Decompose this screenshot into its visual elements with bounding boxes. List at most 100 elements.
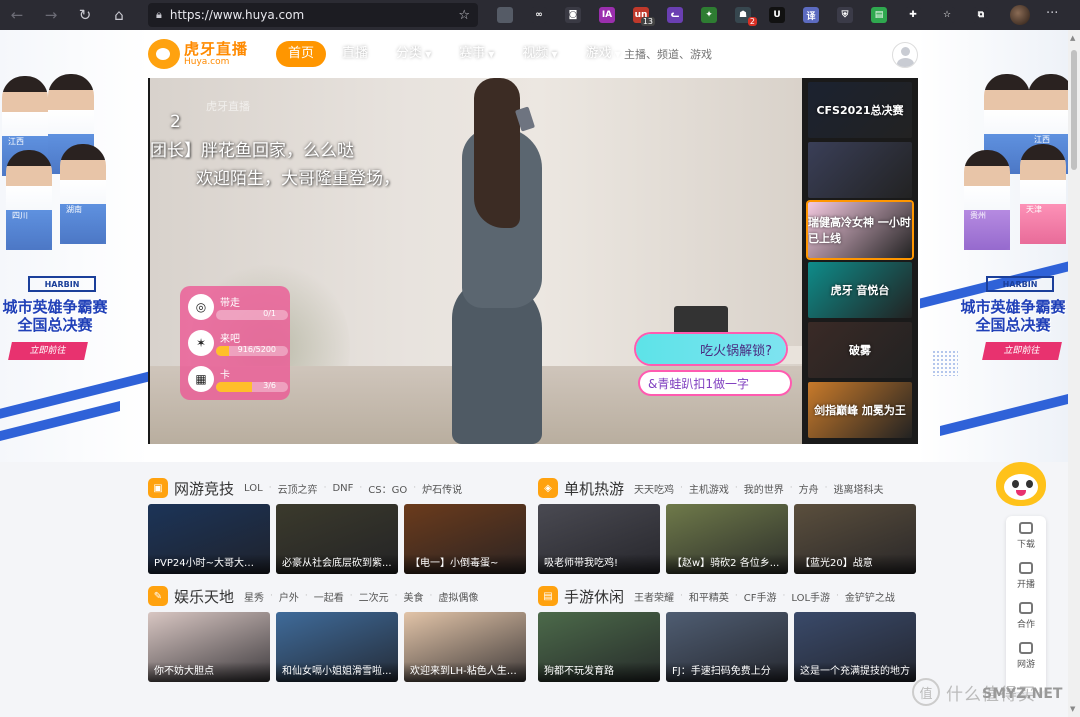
left-side-banner[interactable]: 江西 四川 湖南 HARBIN 城市英雄争霸赛 全国总决赛 立即前往 (0, 70, 110, 432)
nav-item-1[interactable]: 直播 (330, 41, 380, 67)
category-tag[interactable]: LOL手游 (791, 589, 830, 604)
float-broadcast-button[interactable]: 开播 (1006, 556, 1046, 596)
category-title[interactable]: 娱乐天地 (174, 586, 234, 607)
user-avatar[interactable] (892, 42, 918, 68)
camera-ext-icon[interactable]: ◙ (556, 0, 590, 30)
category-tag[interactable]: 主机游戏 (689, 481, 729, 496)
category-tag[interactable]: 方舟 (799, 481, 819, 496)
category-tag[interactable]: 二次元 (359, 589, 389, 604)
profile-avatar[interactable] (1010, 5, 1030, 25)
category-tag[interactable]: 星秀 (244, 589, 264, 604)
search-box[interactable] (614, 40, 754, 68)
stream-card[interactable]: 和仙女嗝小姐姐滑雪啦... (276, 612, 398, 682)
forward-icon[interactable]: → (34, 0, 68, 30)
address-bar[interactable]: 🔒︎ https://www.huya.com ☆ (148, 3, 478, 27)
stream-card[interactable]: 必豪从社会底层砍到紫... (276, 504, 398, 574)
page-scrollbar[interactable]: ▲ ▼ (1068, 30, 1080, 717)
category-tag[interactable]: 虚拟偶像 (438, 589, 478, 604)
live-video[interactable]: 虎牙直播 2 团长】胖花鱼回家，么么哒 欢迎陌生，大哥隆重登场， ◎ 带走 0/1 ✶ 来吧… (150, 78, 802, 444)
lock-icon[interactable]: 🔒︎ (156, 8, 162, 22)
category-tag[interactable]: 和平精英 (689, 589, 729, 604)
nav-item-2[interactable]: 分类 ▼ (384, 41, 443, 67)
category-title[interactable]: 网游竞技 (174, 478, 234, 499)
nav-item-3[interactable]: 赛事 ▼ (447, 41, 506, 67)
category-tag[interactable]: 我的世界 (744, 481, 784, 496)
reload-icon[interactable]: ↻ (68, 0, 102, 30)
history-button[interactable]: 历史 (846, 36, 886, 68)
float-qr-download-button[interactable]: 下载 (1006, 516, 1046, 556)
broadcast-button[interactable]: 开播 (766, 36, 806, 68)
scroll-up-icon[interactable]: ▲ (1070, 34, 1075, 42)
category-tag[interactable]: CF手游 (744, 589, 777, 604)
float-cooperate-button[interactable]: 合作 (1006, 596, 1046, 636)
category-tag[interactable]: 户外 (279, 589, 299, 604)
category-tag[interactable]: 天天吃鸡 (634, 481, 674, 496)
translate-ext-icon[interactable]: 译 (794, 0, 828, 30)
category-tag[interactable]: 逃离塔科夫 (834, 481, 884, 496)
category-tag[interactable]: CS：GO (368, 481, 407, 496)
live-thumbnail[interactable]: 虎牙 音悦台 (808, 262, 912, 318)
go-now-button[interactable]: 立即前往 (8, 342, 88, 360)
stream-card[interactable]: 欢迎来到LH-粘色人生的... (404, 612, 526, 682)
live-thumbnail[interactable]: 剑指巅峰 加冕为王 (808, 382, 912, 438)
float-gamepad-button[interactable]: 网游 (1006, 636, 1046, 676)
home-icon[interactable]: ⌂ (102, 0, 136, 30)
category-tag[interactable]: 炉石传说 (422, 481, 462, 496)
stream-card[interactable]: 这是一个充满提技的地方 (794, 612, 916, 682)
bug-ext-icon[interactable]: ☗ 2 (726, 0, 760, 30)
un-ext-icon[interactable]: un 13 (624, 0, 658, 30)
download-button[interactable]: 下载 (806, 36, 846, 68)
nav-item-4[interactable]: 视频 ▼ (510, 41, 569, 67)
category-tag[interactable]: 云顶之弈 (278, 481, 318, 496)
live-thumbnail[interactable] (808, 142, 912, 198)
live-thumbnail[interactable]: 破雾 (808, 322, 912, 378)
gift-task-row[interactable]: ▦ 卡 3/6 (186, 364, 288, 396)
back-icon[interactable]: ← (0, 0, 34, 30)
nav-item-0[interactable]: 首页 (276, 41, 327, 67)
category-tag[interactable]: 金铲铲之战 (845, 589, 895, 604)
infinity-ext-icon[interactable]: ∞ (522, 0, 556, 30)
live-thumbnail[interactable]: CFS2021总决赛 (808, 82, 912, 138)
huya-logo[interactable]: 虎牙直播 Huya.com (148, 39, 248, 69)
stream-card[interactable]: FJ：手速扫码免费上分 (666, 612, 788, 682)
leaf-ext-icon[interactable]: ✦ (692, 0, 726, 30)
notes-ext-icon[interactable]: ▤ (862, 0, 896, 30)
category-tag[interactable]: LOL (244, 483, 263, 494)
search-icon[interactable] (728, 46, 744, 62)
live-thumbnail[interactable]: 瑞健高冷女神 一小时已上线 (808, 202, 912, 258)
stream-card[interactable]: 你不妨大胆点 (148, 612, 270, 682)
stream-card[interactable]: 【电一】小倒毒蛋~ (404, 504, 526, 574)
bitwarden-ext-icon[interactable]: ⛨ (828, 0, 862, 30)
cat-ext-icon[interactable]: ᓚ (658, 0, 692, 30)
stream-card[interactable]: PVP24小时~大哥大哥别... (148, 504, 270, 574)
live-player[interactable]: 虎牙直播 2 团长】胖花鱼回家，么么哒 欢迎陌生，大哥隆重登场， ◎ 带走 0/1 ✶ 来吧… (148, 78, 918, 444)
ia-ext-icon[interactable]: IA (590, 0, 624, 30)
add-favorite-icon[interactable]: ☆ (458, 8, 470, 23)
gift-task-panel[interactable]: ◎ 带走 0/1 ✶ 来吧 916/5200 ▦ 卡 3/6 (180, 286, 290, 400)
category-tag[interactable]: 美食 (404, 589, 424, 604)
favorites-icon[interactable]: ☆ (930, 0, 964, 30)
scrollbar-thumb[interactable] (1071, 50, 1077, 170)
collections-icon[interactable]: ⧉ (964, 0, 998, 30)
stream-card[interactable]: 【赵w】骑砍2 各位乡... (666, 504, 788, 574)
banner-slogan: 城市英雄争霸赛 全国总决赛 (960, 298, 1066, 334)
category-title[interactable]: 手游休闲 (564, 586, 624, 607)
category-tag[interactable]: 王者荣耀 (634, 589, 674, 604)
search-input[interactable] (624, 47, 728, 61)
category-tag[interactable]: DNF (332, 483, 353, 494)
category-title[interactable]: 单机热游 (564, 478, 624, 499)
category-tag[interactable]: 一起看 (314, 589, 344, 604)
gift-task-row[interactable]: ◎ 带走 0/1 (186, 292, 288, 324)
stream-card[interactable]: 吸老师带我吃鸡! (538, 504, 660, 574)
stream-card[interactable]: 狗都不玩发育路 (538, 612, 660, 682)
more-icon[interactable]: ··· (1046, 6, 1058, 21)
mascot-icon[interactable] (992, 458, 1050, 512)
scroll-down-icon[interactable]: ▼ (1070, 705, 1075, 713)
gift-task-row[interactable]: ✶ 来吧 916/5200 (186, 328, 288, 360)
puzzle-ext-icon[interactable]: ✚ (896, 0, 930, 30)
shield-ext-icon[interactable] (488, 0, 522, 30)
right-side-banner[interactable]: 江西 贵州 天津 HARBIN 城市英雄争霸赛 全国总决赛 立即前往 (932, 70, 1068, 432)
go-now-button[interactable]: 立即前往 (982, 342, 1062, 360)
stream-card[interactable]: 【蓝光20】战意 (794, 504, 916, 574)
u-ext-icon[interactable]: U (760, 0, 794, 30)
